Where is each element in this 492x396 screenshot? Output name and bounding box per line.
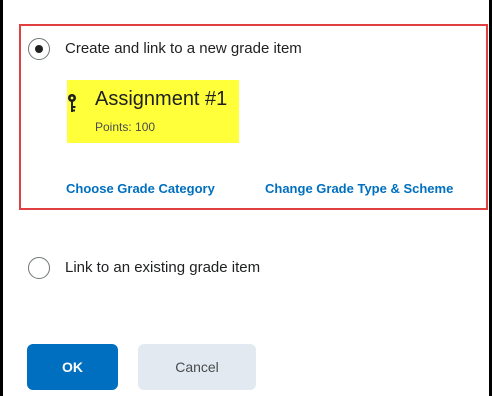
grade-item-card: Assignment #1 Points: 100: [67, 80, 239, 143]
radio-link-existing-grade-item[interactable]: [28, 257, 50, 279]
grade-item-title: Assignment #1: [95, 88, 228, 110]
radio-selected-dot: [35, 45, 43, 53]
choose-grade-category-link[interactable]: Choose Grade Category: [66, 181, 215, 196]
change-grade-type-scheme-link[interactable]: Change Grade Type & Scheme: [265, 181, 453, 196]
radio-label-link-existing: Link to an existing grade item: [65, 259, 261, 276]
radio-create-new-grade-item[interactable]: [28, 38, 50, 60]
frame-left-edge: [0, 0, 3, 396]
ok-button[interactable]: OK: [27, 344, 118, 390]
cancel-button[interactable]: Cancel: [138, 344, 256, 390]
radio-label-create-new: Create and link to a new grade item: [65, 40, 302, 57]
key-icon: [68, 94, 76, 112]
grade-item-points: Points: 100: [95, 120, 156, 134]
